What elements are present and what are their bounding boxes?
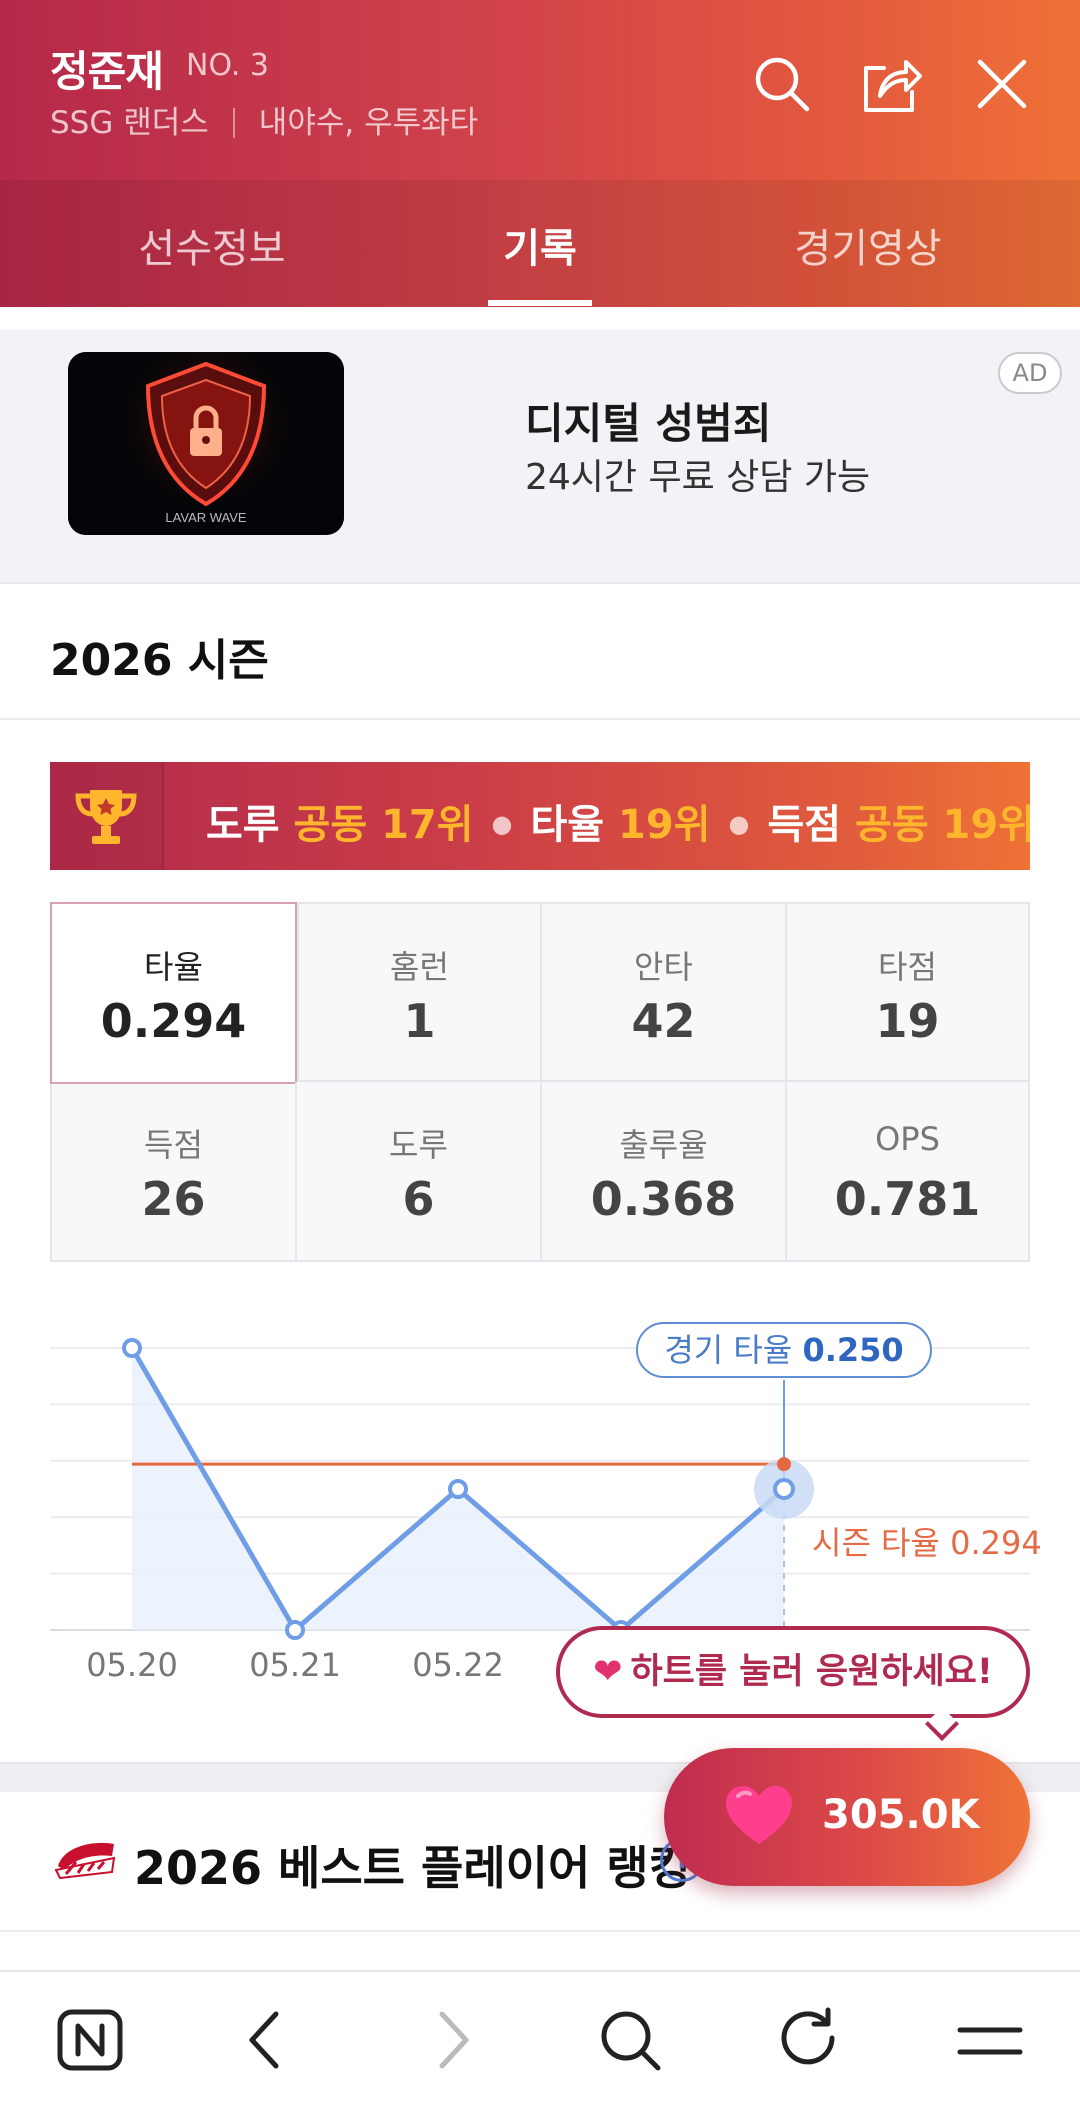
rank-label-avg: 타율 xyxy=(530,802,605,848)
season-avg-point xyxy=(777,1457,791,1472)
stat-value: 0.294 xyxy=(100,994,247,1048)
data-point xyxy=(122,1338,142,1358)
rank-value-runs: 공동 19위 xyxy=(855,802,1030,848)
search-icon[interactable] xyxy=(592,2002,668,2078)
stat-value: 0.781 xyxy=(834,1172,981,1226)
ad-banner[interactable]: LAVAR WAVE 디지털 성범죄 24시간 무료 상담 가능 AD xyxy=(0,330,1080,558)
menu-icon[interactable] xyxy=(952,2002,1028,2078)
season-title: 2026 시즌 xyxy=(50,635,269,686)
ad-subtitle[interactable]: 24시간 무료 상담 가능 xyxy=(525,448,870,500)
cheer-tooltip: ❤ 하트를 눌러 응원하세요! xyxy=(556,1626,1030,1718)
close-icon[interactable] xyxy=(970,52,1034,116)
ranking-title: 2026 베스트 플레이어 랭킹 xyxy=(134,1841,691,1895)
naver-home-icon[interactable] xyxy=(52,2002,128,2078)
rank-label-steals: 도루 xyxy=(206,802,280,848)
season-avg-label: 시즌 타율 0.294 xyxy=(812,1524,1042,1562)
player-name: 정준재 xyxy=(50,47,164,96)
active-tab-indicator xyxy=(488,300,592,306)
separator-dot: ● xyxy=(491,810,513,838)
stat-value: 42 xyxy=(631,994,696,1048)
position: 내야수, 우투좌타 xyxy=(258,105,479,141)
stat-label: 안타 xyxy=(634,948,693,986)
tab-player-info[interactable]: 선수정보 xyxy=(62,216,362,274)
search-icon[interactable] xyxy=(750,52,814,116)
tab-bar: 선수정보 기록 경기영상 xyxy=(0,180,1080,307)
player-number: NO. 3 xyxy=(186,48,269,83)
tab-game-videos[interactable]: 경기영상 xyxy=(718,216,1018,274)
data-point xyxy=(448,1479,468,1499)
rank-summary: 도루 공동 17위 ● 타율 19위 ● 득점 공동 19위 xyxy=(206,792,1030,850)
stat-cell-hits[interactable]: 안타 42 xyxy=(542,904,787,1082)
heart-icon xyxy=(726,1786,792,1844)
divider xyxy=(0,718,1080,720)
x-tick-label: 05.22 xyxy=(412,1646,504,1684)
data-point xyxy=(285,1620,305,1640)
rank-value-avg: 19위 xyxy=(618,802,711,848)
team-position: SSG 랜더스 내야수, 우투좌타 xyxy=(50,97,478,142)
data-point xyxy=(773,1478,795,1500)
refresh-icon[interactable] xyxy=(772,2002,848,2078)
cheer-tooltip-text: 하트를 눌러 응원하세요! xyxy=(630,1652,993,1692)
rank-label-runs: 득점 xyxy=(767,802,842,848)
heart-icon: ❤ xyxy=(593,1652,623,1692)
rank-value-steals: 공동 17위 xyxy=(293,802,474,848)
stat-cell-hr[interactable]: 홈런 1 xyxy=(297,904,542,1082)
stat-cell-avg[interactable]: 타율 0.294 xyxy=(50,902,297,1084)
ad-image: LAVAR WAVE xyxy=(68,352,344,535)
game-avg-tooltip: 경기 타율 0.250 xyxy=(636,1322,932,1378)
stat-label: 득점 xyxy=(144,1126,203,1164)
tooltip-value: 0.250 xyxy=(802,1331,904,1369)
stat-cell-runs[interactable]: 득점 26 xyxy=(52,1082,297,1260)
browser-bottom-nav xyxy=(0,1970,1080,2109)
stat-value: 26 xyxy=(141,1172,206,1226)
cheer-heart-button[interactable]: 305.0K xyxy=(664,1748,1030,1886)
x-tick-label: 05.20 xyxy=(86,1646,178,1684)
stat-value: 19 xyxy=(875,994,940,1048)
separator-dot: ● xyxy=(728,810,750,838)
cheer-count: 305.0K xyxy=(822,1792,980,1838)
stat-label: 홈런 xyxy=(390,948,449,986)
forward-icon[interactable] xyxy=(412,2002,488,2078)
section-gap xyxy=(0,558,1080,584)
stat-cell-obp[interactable]: 출루율 0.368 xyxy=(542,1082,787,1260)
stat-value: 1 xyxy=(403,994,436,1048)
ad-badge[interactable]: AD xyxy=(998,352,1062,394)
ad-title[interactable]: 디지털 성범죄 xyxy=(525,390,771,451)
team-name[interactable]: SSG 랜더스 xyxy=(50,105,209,141)
stat-cell-rbi[interactable]: 타점 19 xyxy=(787,904,1028,1082)
stat-grid: 타율 0.294 홈런 1 안타 42 타점 19 득점 26 도루 6 출루율… xyxy=(50,902,1030,1262)
share-icon[interactable] xyxy=(860,52,924,116)
trophy-icon xyxy=(50,762,164,870)
tooltip-label: 경기 타율 xyxy=(664,1331,793,1369)
stat-label: 출루율 xyxy=(619,1126,708,1164)
x-tick-label: 05.21 xyxy=(249,1646,341,1684)
stat-label: 도루 xyxy=(389,1126,448,1164)
stat-cell-sb[interactable]: 도루 6 xyxy=(297,1082,542,1260)
divider xyxy=(232,108,235,138)
stat-cell-ops[interactable]: OPS 0.781 xyxy=(787,1082,1028,1260)
stat-value: 6 xyxy=(402,1172,435,1226)
team-logo-icon xyxy=(54,1836,118,1882)
back-icon[interactable] xyxy=(230,2002,306,2078)
stat-label: 타점 xyxy=(878,948,937,986)
rank-banner[interactable]: 도루 공동 17위 ● 타율 19위 ● 득점 공동 19위 xyxy=(50,762,1030,870)
stat-label: OPS xyxy=(875,1120,940,1158)
stat-label: 타율 xyxy=(144,948,203,986)
ad-image-logo: LAVAR WAVE xyxy=(165,510,246,525)
player-header: 정준재 NO. 3 SSG 랜더스 내야수, 우투좌타 선수정보 기록 경기영상 xyxy=(0,0,1080,307)
stat-value: 0.368 xyxy=(590,1172,737,1226)
tab-records[interactable]: 기록 xyxy=(390,216,690,274)
